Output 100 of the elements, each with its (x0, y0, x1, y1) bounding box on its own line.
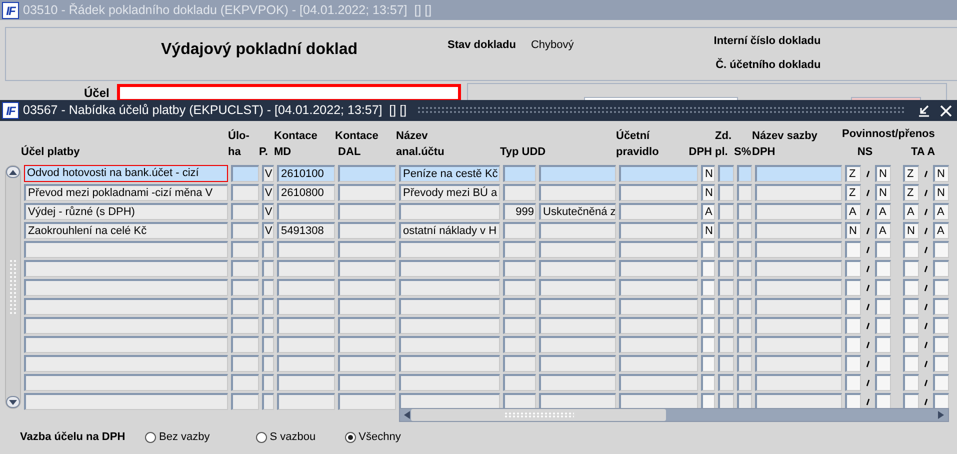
list-field[interactable] (903, 279, 919, 296)
list-field[interactable] (338, 222, 396, 239)
list-field[interactable] (933, 241, 949, 258)
scroll-thumb[interactable] (411, 409, 666, 421)
list-field[interactable] (399, 260, 500, 277)
list-field[interactable]: Převod mezi pokladnami -cizí měna V (24, 184, 228, 201)
list-field[interactable] (737, 374, 752, 391)
list-field[interactable] (338, 260, 396, 277)
list-field[interactable] (903, 374, 919, 391)
list-field[interactable]: N (701, 184, 715, 201)
list-field[interactable] (903, 260, 919, 277)
list-field[interactable] (755, 260, 842, 277)
list-field[interactable] (755, 222, 842, 239)
list-field[interactable] (231, 279, 259, 296)
list-field[interactable] (539, 298, 616, 315)
list-field[interactable]: Zaokrouhlení na celé Kč (24, 222, 228, 239)
list-field[interactable] (933, 317, 949, 334)
list-field[interactable] (718, 241, 734, 258)
list-field[interactable] (503, 165, 536, 182)
list-field[interactable] (503, 184, 536, 201)
list-field[interactable]: A (701, 203, 715, 220)
list-field[interactable] (338, 241, 396, 258)
list-field[interactable] (737, 165, 752, 182)
list-field[interactable] (338, 374, 396, 391)
list-field[interactable] (262, 374, 274, 391)
list-field[interactable] (539, 336, 616, 353)
list-field[interactable] (845, 374, 861, 391)
list-field[interactable] (338, 203, 396, 220)
list-field[interactable]: A (875, 222, 891, 239)
radio-option[interactable]: S vazbou (256, 429, 316, 446)
list-field[interactable] (24, 279, 228, 296)
list-field[interactable]: N (933, 184, 949, 201)
purpose-field[interactable] (117, 84, 461, 100)
list-field[interactable] (539, 241, 616, 258)
list-field[interactable] (539, 374, 616, 391)
list-field[interactable] (933, 336, 949, 353)
list-field[interactable] (845, 241, 861, 258)
list-field[interactable] (737, 241, 752, 258)
list-field[interactable] (718, 165, 734, 182)
list-field[interactable]: A (933, 203, 949, 220)
list-field[interactable] (718, 184, 734, 201)
list-field[interactable] (231, 222, 259, 239)
radio-option[interactable]: Všechny (344, 429, 401, 446)
list-field[interactable] (718, 374, 734, 391)
list-field[interactable]: N (845, 222, 861, 239)
up-arrow-icon[interactable] (9, 170, 17, 174)
list-field[interactable] (737, 336, 752, 353)
list-field[interactable] (737, 355, 752, 372)
list-field[interactable] (231, 317, 259, 334)
list-field[interactable] (737, 279, 752, 296)
list-field[interactable] (933, 260, 949, 277)
list-field[interactable]: V (262, 184, 274, 201)
down-arrow-icon[interactable] (9, 400, 17, 404)
list-field[interactable] (755, 279, 842, 296)
list-field[interactable] (701, 355, 715, 372)
list-field[interactable]: Peníze na cestě Kč (399, 165, 500, 182)
list-field[interactable]: N (701, 165, 715, 182)
list-field[interactable]: 5491308 (277, 222, 335, 239)
list-field[interactable] (619, 279, 698, 296)
list-field[interactable] (933, 298, 949, 315)
list-field[interactable] (24, 374, 228, 391)
list-field[interactable] (718, 222, 734, 239)
list-field[interactable] (277, 393, 335, 410)
list-field[interactable]: 2610800 (277, 184, 335, 201)
list-field[interactable] (262, 355, 274, 372)
list-field[interactable] (262, 393, 274, 410)
list-field[interactable]: 999 (503, 203, 536, 220)
list-field[interactable]: V (262, 222, 274, 239)
list-field[interactable] (503, 336, 536, 353)
list-field[interactable] (277, 298, 335, 315)
list-field[interactable] (262, 241, 274, 258)
list-field[interactable] (399, 241, 500, 258)
list-field[interactable] (399, 336, 500, 353)
list-field[interactable] (231, 165, 259, 182)
list-field[interactable] (539, 355, 616, 372)
list-field[interactable] (755, 203, 842, 220)
list-field[interactable] (875, 336, 891, 353)
list-field[interactable] (262, 317, 274, 334)
left-arrow-icon[interactable] (404, 411, 410, 419)
list-field[interactable] (231, 203, 259, 220)
list-field[interactable]: V (262, 203, 274, 220)
list-field[interactable] (755, 355, 842, 372)
list-field[interactable] (338, 355, 396, 372)
list-field[interactable] (737, 260, 752, 277)
list-field[interactable] (24, 336, 228, 353)
list-field[interactable] (503, 374, 536, 391)
list-field[interactable] (231, 241, 259, 258)
list-field[interactable] (619, 222, 698, 239)
list-field[interactable]: ostatní náklady v H (399, 222, 500, 239)
list-field[interactable] (503, 279, 536, 296)
list-field[interactable] (619, 165, 698, 182)
list-field[interactable] (875, 355, 891, 372)
list-field[interactable] (503, 222, 536, 239)
list-field[interactable] (539, 260, 616, 277)
list-field[interactable] (539, 184, 616, 201)
list-field[interactable] (737, 184, 752, 201)
list-field[interactable]: Z (903, 165, 919, 182)
list-field[interactable] (737, 222, 752, 239)
list-field[interactable]: N (903, 222, 919, 239)
list-field[interactable] (701, 374, 715, 391)
